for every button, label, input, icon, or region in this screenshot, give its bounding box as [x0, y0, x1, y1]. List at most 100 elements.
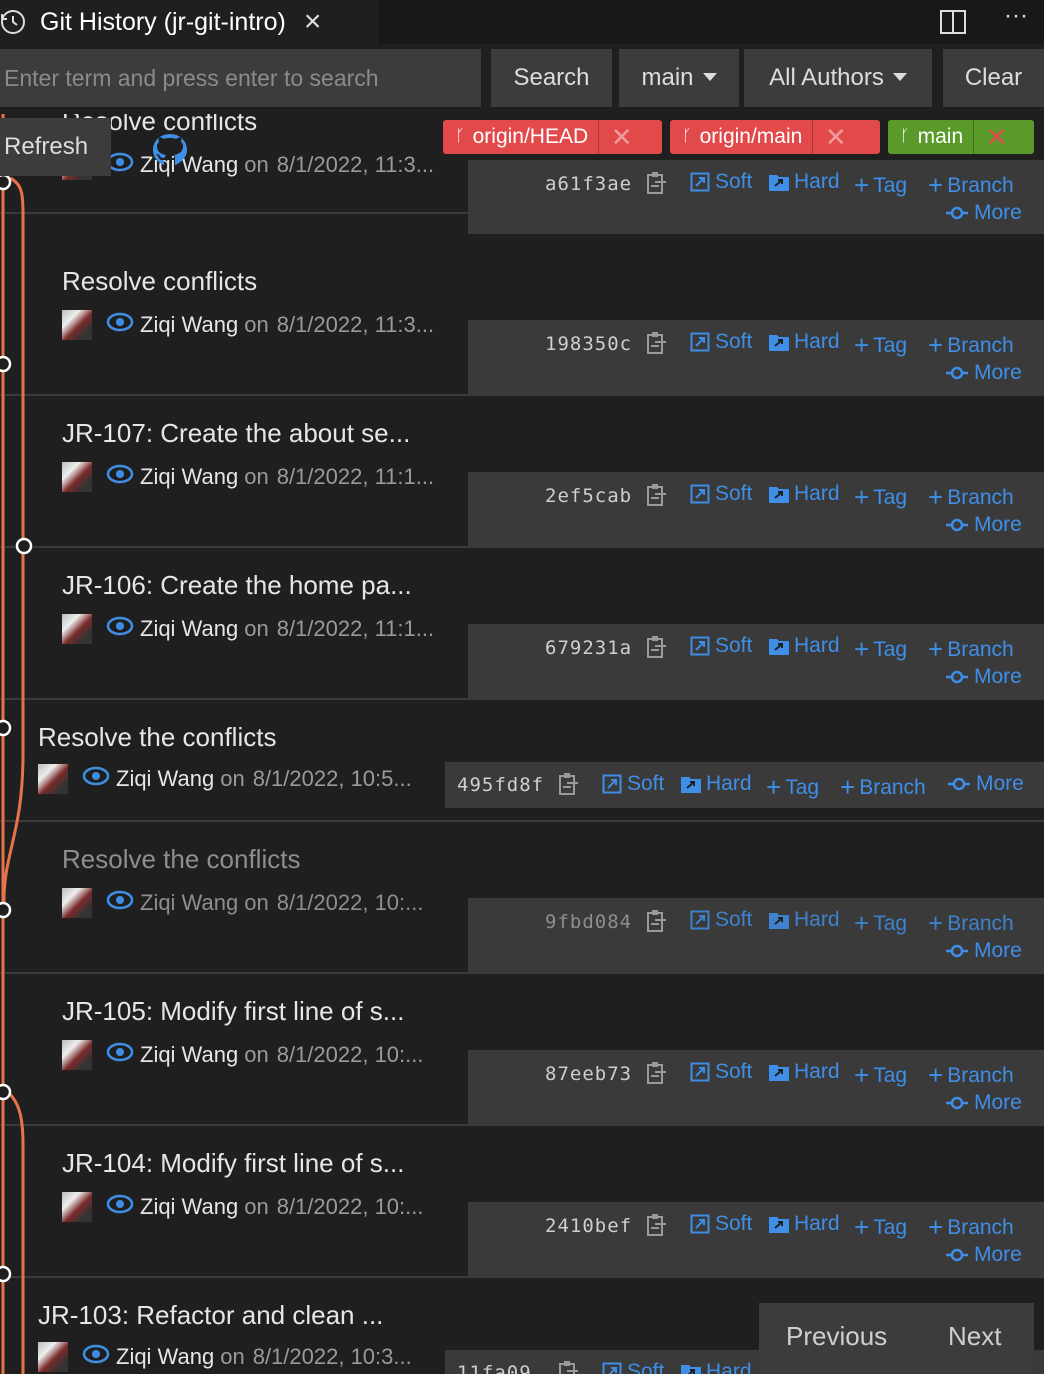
commit-row[interactable]: JR-104: Modify first line of s... Ziqi W… — [0, 1126, 1044, 1278]
hard-reset-link[interactable]: Hard — [768, 330, 840, 354]
soft-reset-link[interactable]: Soft — [690, 170, 752, 194]
copy-icon[interactable] — [646, 483, 668, 512]
delete-ref-icon[interactable]: ✕ — [598, 120, 644, 154]
hard-reset-link[interactable]: Hard — [768, 908, 840, 932]
author-select[interactable]: All Authors — [744, 49, 932, 107]
hard-reset-link[interactable]: Hard — [768, 1060, 840, 1084]
close-icon[interactable]: × — [304, 5, 322, 39]
tag-link[interactable]: +Tag — [854, 482, 907, 513]
hard-reset-link[interactable]: Hard — [768, 634, 840, 658]
view-icon[interactable] — [82, 1344, 110, 1370]
copy-icon[interactable] — [646, 909, 668, 938]
commit-author[interactable]: Ziqi Wang — [140, 1194, 238, 1220]
commit-message[interactable]: Resolve the conflicts — [62, 844, 300, 875]
branch-link[interactable]: +Branch — [840, 772, 926, 803]
view-icon[interactable] — [82, 766, 110, 792]
branch-link[interactable]: +Branch — [928, 330, 1014, 361]
commit-message[interactable]: JR-107: Create the about se... — [62, 418, 410, 449]
commit-hash[interactable]: a61f3ae — [545, 173, 632, 195]
refresh-button[interactable]: Refresh — [0, 118, 111, 176]
soft-reset-link[interactable]: Soft — [690, 634, 752, 658]
view-icon[interactable] — [106, 312, 134, 338]
view-icon[interactable] — [106, 1194, 134, 1220]
copy-icon[interactable] — [558, 1360, 580, 1374]
soft-reset-link[interactable]: Soft — [690, 330, 752, 354]
commit-author[interactable]: Ziqi Wang — [116, 766, 214, 792]
search-input[interactable]: Enter term and press enter to search — [0, 49, 481, 107]
soft-reset-link[interactable]: Soft — [690, 1212, 752, 1236]
commit-author[interactable]: Ziqi Wang — [140, 312, 238, 338]
next-button[interactable]: Next — [948, 1321, 1001, 1352]
copy-icon[interactable] — [646, 1061, 668, 1090]
view-icon[interactable] — [106, 464, 134, 490]
soft-reset-link[interactable]: Soft — [690, 908, 752, 932]
commit-row[interactable]: Resolve the conflicts Ziqi Wang on 8/1/2… — [0, 822, 1044, 974]
copy-icon[interactable] — [646, 331, 668, 360]
tag-link[interactable]: +Tag — [854, 170, 907, 201]
more-actions-icon[interactable]: ··· — [1004, 2, 1028, 30]
soft-reset-link[interactable]: Soft — [602, 1360, 664, 1374]
search-button[interactable]: Search — [491, 49, 612, 107]
commit-hash[interactable]: 87eeb73 — [545, 1063, 632, 1085]
branch-link[interactable]: +Branch — [928, 634, 1014, 665]
commit-message[interactable]: JR-103: Refactor and clean ... — [38, 1300, 383, 1331]
previous-button[interactable]: Previous — [786, 1321, 887, 1352]
tag-link[interactable]: +Tag — [854, 330, 907, 361]
hard-reset-link[interactable]: Hard — [768, 1212, 840, 1236]
commit-message[interactable]: JR-105: Modify first line of s... — [62, 996, 404, 1027]
branch-link[interactable]: +Branch — [928, 1212, 1014, 1243]
branch-link[interactable]: +Branch — [928, 482, 1014, 513]
commit-row[interactable]: JR-106: Create the home pa... Ziqi Wang … — [0, 548, 1044, 700]
commit-author[interactable]: Ziqi Wang — [140, 890, 238, 916]
commit-author[interactable]: Ziqi Wang — [140, 464, 238, 490]
commit-message[interactable]: JR-104: Modify first line of s... — [62, 1148, 404, 1179]
branch-link[interactable]: +Branch — [928, 908, 1014, 939]
copy-icon[interactable] — [646, 1213, 668, 1242]
commit-row[interactable]: JR-107: Create the about se... Ziqi Wang… — [0, 396, 1044, 548]
commit-hash[interactable]: 2410bef — [545, 1215, 632, 1237]
hard-reset-link[interactable]: Hard — [680, 772, 752, 796]
more-link[interactable]: More — [948, 772, 1024, 796]
soft-reset-link[interactable]: Soft — [690, 482, 752, 506]
more-link[interactable]: More — [946, 1243, 1022, 1267]
hard-reset-link[interactable]: Hard — [768, 482, 840, 506]
commit-hash[interactable]: 495fd8f — [457, 774, 544, 796]
commit-hash[interactable]: 9fbd084 — [545, 911, 632, 933]
branch-select[interactable]: main — [619, 49, 739, 107]
view-icon[interactable] — [106, 616, 134, 642]
commit-message[interactable]: Resolve the conflicts — [38, 722, 276, 753]
more-link[interactable]: More — [946, 201, 1022, 225]
copy-icon[interactable] — [646, 171, 668, 200]
commit-author[interactable]: Ziqi Wang — [116, 1344, 214, 1370]
git-history-tab[interactable]: Git History (jr-git-intro) × — [0, 0, 378, 44]
hard-reset-link[interactable]: Hard — [768, 170, 840, 194]
soft-reset-link[interactable]: Soft — [690, 1060, 752, 1084]
commit-hash[interactable]: 11fa09 — [457, 1362, 532, 1374]
clear-button[interactable]: Clear — [943, 49, 1044, 107]
commit-message[interactable]: JR-106: Create the home pa... — [62, 570, 412, 601]
split-editor-icon[interactable] — [940, 10, 967, 34]
commit-author[interactable]: Ziqi Wang — [140, 616, 238, 642]
github-icon[interactable] — [150, 132, 190, 173]
more-link[interactable]: More — [946, 513, 1022, 537]
branch-link[interactable]: +Branch — [928, 170, 1014, 201]
more-link[interactable]: More — [946, 1091, 1022, 1115]
tag-link[interactable]: +Tag — [854, 1060, 907, 1091]
delete-ref-icon[interactable]: ✕ — [973, 120, 1019, 154]
more-link[interactable]: More — [946, 665, 1022, 689]
commit-row[interactable]: Resolve the conflicts Ziqi Wang on 8/1/2… — [0, 700, 1044, 822]
branch-link[interactable]: +Branch — [928, 1060, 1014, 1091]
tag-link[interactable]: +Tag — [766, 772, 819, 803]
commit-hash[interactable]: 198350c — [545, 333, 632, 355]
commit-row[interactable]: Resolve conflicts Ziqi Wang on 8/1/2022,… — [0, 244, 1044, 396]
more-link[interactable]: More — [946, 939, 1022, 963]
tag-link[interactable]: +Tag — [854, 1212, 907, 1243]
view-icon[interactable] — [106, 890, 134, 916]
hard-reset-link[interactable]: Hard — [680, 1360, 752, 1374]
commit-row[interactable]: JR-105: Modify first line of s... Ziqi W… — [0, 974, 1044, 1126]
soft-reset-link[interactable]: Soft — [602, 772, 664, 796]
tag-link[interactable]: +Tag — [854, 908, 907, 939]
commit-hash[interactable]: 2ef5cab — [545, 485, 632, 507]
tag-link[interactable]: +Tag — [854, 634, 907, 665]
delete-ref-icon[interactable]: ✕ — [812, 120, 858, 154]
